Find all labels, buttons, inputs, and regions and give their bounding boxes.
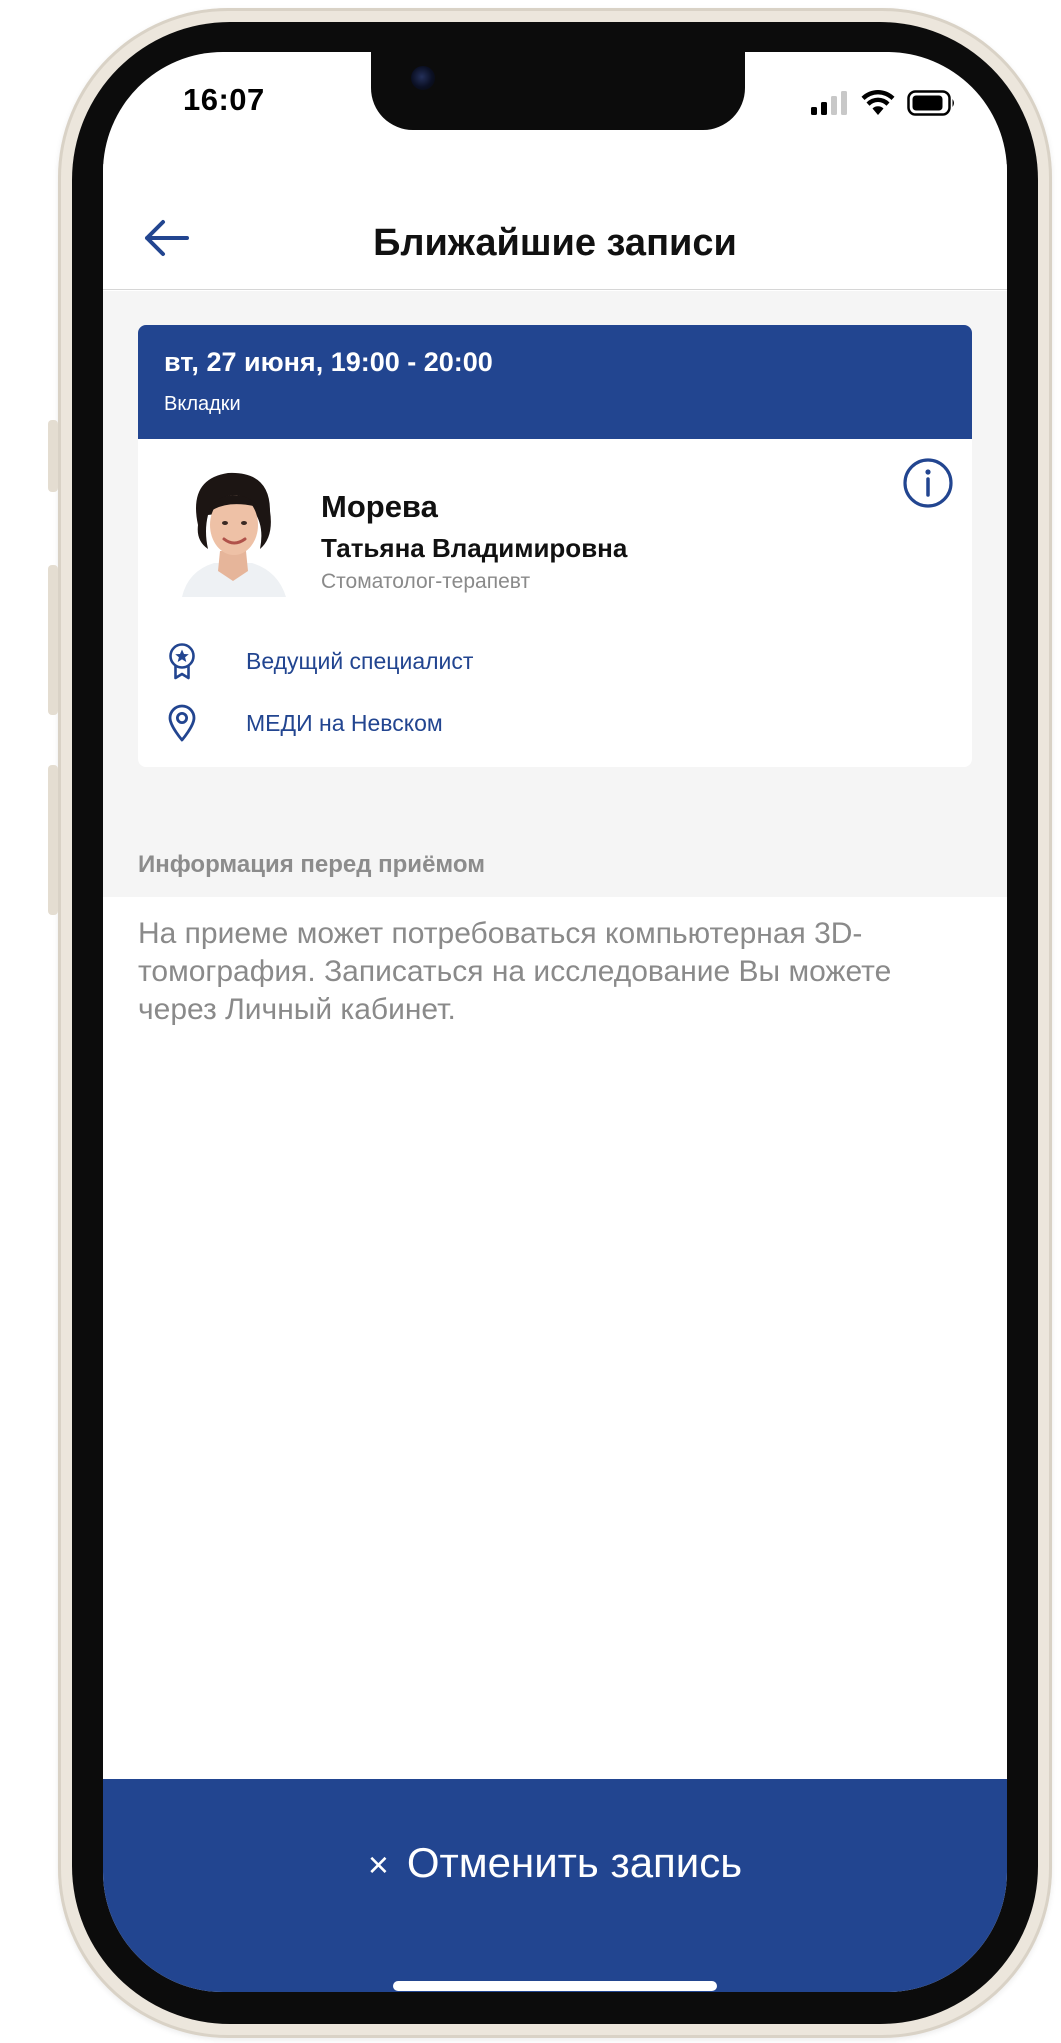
clinic-label: МЕДИ на Невском — [246, 709, 443, 736]
pre-visit-heading: Информация перед приёмом — [138, 851, 485, 878]
side-button-volume-down — [48, 765, 58, 915]
appointment-card[interactable]: вт, 27 июня, 19:00 - 20:00 Вкладки Морев… — [138, 325, 972, 767]
award-badge-icon — [169, 643, 195, 680]
close-icon: × — [367, 1844, 389, 1885]
appointment-datetime: вт, 27 июня, 19:00 - 20:00 — [164, 347, 493, 377]
battery-icon — [907, 90, 954, 116]
location-pin-icon — [168, 704, 196, 742]
doctor-photo — [174, 459, 292, 597]
doctor-avatar — [174, 459, 292, 597]
page-title: Ближайшие записи — [373, 222, 737, 264]
front-camera-icon — [411, 66, 435, 90]
cancel-appointment-button[interactable]: × Отменить запись — [103, 1779, 1007, 1992]
notch — [371, 52, 745, 130]
cellular-signal-icon — [811, 91, 847, 115]
appointment-section: вт, 27 июня, 19:00 - 20:00 Вкладки Морев… — [103, 291, 1007, 897]
side-button-volume-up — [48, 565, 58, 715]
wifi-icon — [861, 90, 895, 115]
doctor-given-names: Татьяна Владимировна — [321, 533, 628, 563]
status-time: 16:07 — [183, 82, 265, 117]
side-button-silent — [48, 420, 58, 492]
doctor-specialty: Стоматолог-терапевт — [321, 570, 531, 593]
home-indicator[interactable] — [393, 1981, 717, 1991]
doctor-surname: Морева — [321, 489, 438, 524]
doctor-rank-label: Ведущий специалист — [246, 647, 474, 674]
phone-screen: 16:07 Ближайшие записи вт, 27 июня, 19:0… — [103, 52, 1007, 1992]
pre-visit-line: через Личный кабинет. — [138, 993, 456, 1026]
cancel-appointment-text: Отменить запись — [406, 1839, 743, 1886]
status-icons — [811, 88, 957, 118]
app-header: Ближайшие записи — [103, 164, 1007, 290]
appointment-card-header: вт, 27 июня, 19:00 - 20:00 Вкладки — [138, 325, 972, 439]
doctor-rank-row: Ведущий специалист — [164, 641, 473, 681]
pre-visit-text: На приеме может потребоваться компьютерн… — [138, 915, 958, 1029]
cancel-appointment-label: × Отменить запись — [103, 1839, 1007, 1887]
info-icon — [903, 458, 953, 508]
doctor-info-button[interactable] — [902, 457, 954, 509]
clinic-row[interactable]: МЕДИ на Невском — [164, 703, 443, 743]
appointment-service: Вкладки — [164, 393, 241, 415]
pre-visit-line: На приеме может потребоваться компьютерн… — [138, 917, 863, 950]
pre-visit-line: томография. Записаться на исследование В… — [138, 955, 892, 988]
